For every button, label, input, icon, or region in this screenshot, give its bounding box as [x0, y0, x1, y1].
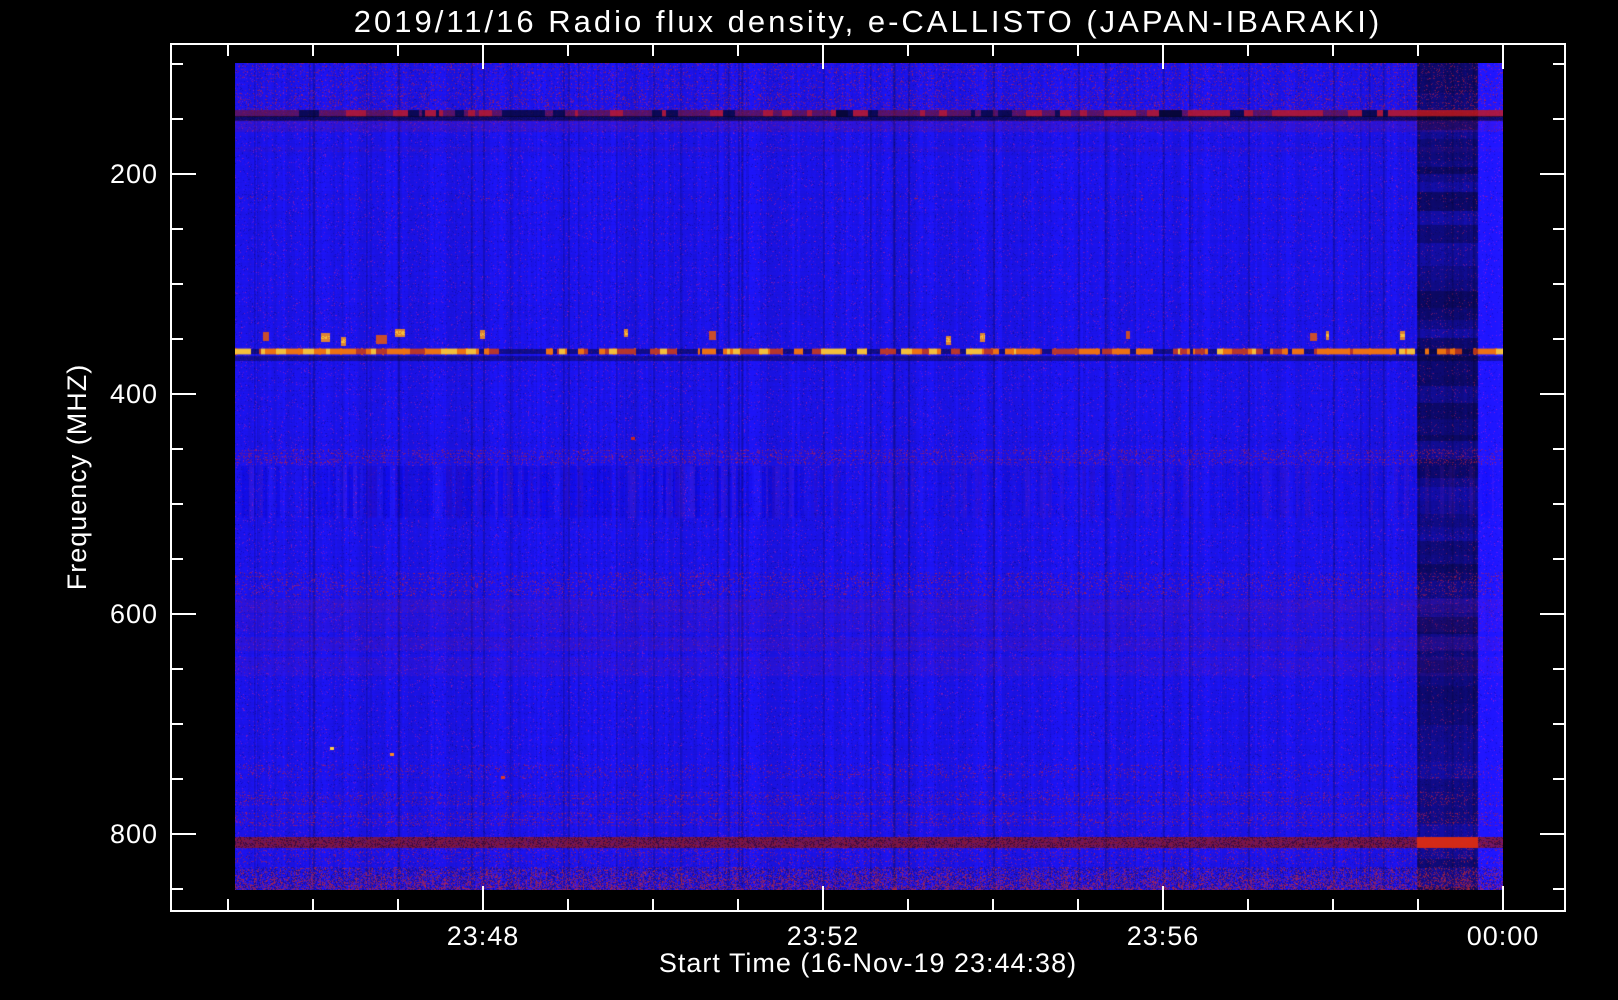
x-major-tick-top [1162, 43, 1164, 69]
y-minor-tick-left [170, 667, 183, 670]
y-minor-tick-left [170, 502, 183, 505]
x-minor-tick-bottom [312, 899, 314, 912]
y-minor-tick-left [170, 117, 183, 120]
y-minor-tick-right [1553, 337, 1566, 340]
x-minor-tick-bottom [992, 899, 994, 912]
y-minor-tick-left [170, 62, 183, 65]
y-minor-tick-right [1553, 722, 1566, 725]
chart-title: 2019/11/16 Radio flux density, e-CALLIST… [353, 4, 1383, 39]
y-minor-tick-right [1553, 117, 1566, 120]
y-minor-tick-left [170, 227, 183, 230]
x-axis-title: Start Time (16-Nov-19 23:44:38) [658, 948, 1078, 978]
y-minor-tick-left [170, 722, 183, 725]
x-minor-tick-bottom [907, 899, 909, 912]
plot-frame [170, 43, 1566, 912]
y-major-tick-left [170, 392, 196, 395]
x-minor-tick-top [737, 43, 739, 56]
y-major-tick-right [1540, 172, 1566, 175]
x-minor-tick-bottom [227, 899, 229, 912]
y-minor-tick-right [1553, 887, 1566, 890]
x-minor-tick-top [567, 43, 569, 56]
y-minor-tick-right [1553, 227, 1566, 230]
x-minor-tick-top [312, 43, 314, 56]
x-major-tick-bottom [1162, 886, 1164, 912]
x-minor-tick-top [1077, 43, 1079, 56]
x-major-tick-top [822, 43, 824, 69]
y-minor-tick-left [170, 777, 183, 780]
y-minor-tick-left [170, 282, 183, 285]
x-major-tick-bottom [482, 886, 484, 912]
y-major-tick-right [1540, 612, 1566, 615]
spectrogram-page: 2019/11/16 Radio flux density, e-CALLIST… [0, 0, 1618, 1000]
y-axis-title: Frequency (MHZ) [62, 363, 92, 591]
x-minor-tick-top [227, 43, 229, 56]
x-minor-tick-top [397, 43, 399, 56]
y-major-tick-right [1540, 832, 1566, 835]
y-minor-tick-right [1553, 62, 1566, 65]
y-tick-label: 800 [109, 818, 158, 849]
x-minor-tick-top [1332, 43, 1334, 56]
y-major-tick-left [170, 832, 196, 835]
x-minor-tick-bottom [1077, 899, 1079, 912]
x-minor-tick-bottom [737, 899, 739, 912]
x-minor-tick-top [1247, 43, 1249, 56]
x-minor-tick-top [992, 43, 994, 56]
y-major-tick-right [1540, 392, 1566, 395]
x-major-tick-bottom [822, 886, 824, 912]
y-major-tick-left [170, 172, 196, 175]
x-minor-tick-bottom [397, 899, 399, 912]
x-major-tick-top [482, 43, 484, 69]
y-minor-tick-left [170, 887, 183, 890]
x-minor-tick-bottom [652, 899, 654, 912]
x-minor-tick-bottom [1417, 899, 1419, 912]
x-minor-tick-bottom [1247, 899, 1249, 912]
y-minor-tick-right [1553, 777, 1566, 780]
x-minor-tick-top [1417, 43, 1419, 56]
y-tick-label: 200 [109, 158, 158, 189]
y-minor-tick-right [1553, 502, 1566, 505]
x-major-tick-bottom [1502, 886, 1504, 912]
y-minor-tick-right [1553, 447, 1566, 450]
x-minor-tick-top [652, 43, 654, 56]
x-minor-tick-bottom [567, 899, 569, 912]
y-minor-tick-right [1553, 667, 1566, 670]
x-minor-tick-top [907, 43, 909, 56]
y-minor-tick-left [170, 557, 183, 560]
y-major-tick-left [170, 612, 196, 615]
y-minor-tick-left [170, 337, 183, 340]
x-minor-tick-bottom [1332, 899, 1334, 912]
y-minor-tick-right [1553, 557, 1566, 560]
x-major-tick-top [1502, 43, 1504, 69]
y-minor-tick-left [170, 447, 183, 450]
y-minor-tick-right [1553, 282, 1566, 285]
